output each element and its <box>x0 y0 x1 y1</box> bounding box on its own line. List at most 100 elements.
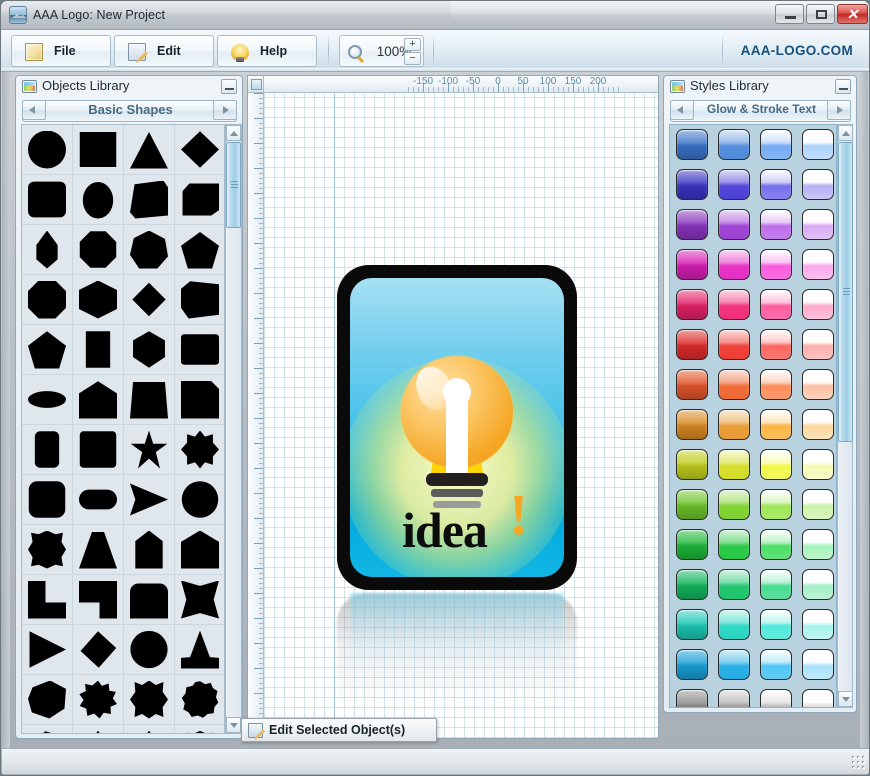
style-swatch-red-3[interactable] <box>755 326 797 366</box>
objects-library-minimize-button[interactable] <box>221 79 237 94</box>
shape-cell-circle-scalloped[interactable] <box>175 475 224 525</box>
shape-cell-ellipse[interactable] <box>22 375 73 425</box>
style-swatch-emerald-2[interactable] <box>713 566 755 606</box>
style-swatch-blue-3[interactable] <box>755 166 797 206</box>
style-swatch-turquoise-3[interactable] <box>755 606 797 646</box>
style-swatch-magenta-4[interactable] <box>797 246 836 286</box>
shapes-grid-viewport[interactable] <box>21 124 225 734</box>
style-swatch-green-3[interactable] <box>755 526 797 566</box>
style-swatch-yellow-green-2[interactable] <box>713 446 755 486</box>
styles-category-next-button[interactable] <box>827 100 851 120</box>
styles-scroll-thumb[interactable] <box>838 142 853 442</box>
shape-cell-blob[interactable] <box>22 675 73 725</box>
shape-cell-pentagon[interactable] <box>175 225 224 275</box>
shape-cell-cube-3d[interactable] <box>73 275 124 325</box>
style-swatch-sky-blue-4[interactable] <box>797 646 836 686</box>
help-button[interactable]: Help <box>217 35 317 67</box>
style-swatch-green-1[interactable] <box>671 526 713 566</box>
style-swatch-light-green-2[interactable] <box>713 486 755 526</box>
horizontal-ruler[interactable]: -150 -100 -50 0 50 100 150 200 <box>264 76 658 93</box>
style-swatch-sky-blue-1[interactable] <box>671 646 713 686</box>
style-swatch-magenta-1[interactable] <box>671 246 713 286</box>
style-swatch-yellow-green-3[interactable] <box>755 446 797 486</box>
objects-scroll-thumb[interactable] <box>226 142 241 228</box>
styles-scrollbar[interactable] <box>837 124 853 708</box>
shape-cell-blob-2[interactable] <box>22 725 73 733</box>
style-swatch-turquoise-4[interactable] <box>797 606 836 646</box>
style-swatch-cornflower-blue-3[interactable] <box>755 126 797 166</box>
shape-cell-egg[interactable] <box>73 175 124 225</box>
style-swatch-yellow-green-4[interactable] <box>797 446 836 486</box>
shape-cell-l-shape-right[interactable] <box>73 575 124 625</box>
style-swatch-orange-red-3[interactable] <box>755 366 797 406</box>
style-swatch-emerald-3[interactable] <box>755 566 797 606</box>
style-swatch-red-4[interactable] <box>797 326 836 366</box>
shape-cell-pill-horizontal[interactable] <box>73 475 124 525</box>
shape-cell-house-wide[interactable] <box>175 525 224 575</box>
style-swatch-orange-red-4[interactable] <box>797 366 836 406</box>
style-swatch-purple-4[interactable] <box>797 206 836 246</box>
style-swatch-pink-1[interactable] <box>671 286 713 326</box>
style-swatch-cornflower-blue-2[interactable] <box>713 126 755 166</box>
shape-cell-pie-wedge[interactable] <box>124 475 175 525</box>
style-swatch-orange-3[interactable] <box>755 406 797 446</box>
styles-library-minimize-button[interactable] <box>835 79 851 94</box>
style-swatch-blue-1[interactable] <box>671 166 713 206</box>
shape-cell-diamond-rounded[interactable] <box>73 625 124 675</box>
resize-grip[interactable] <box>852 756 867 771</box>
shape-cell-octagon-2[interactable] <box>22 275 73 325</box>
style-swatch-purple-1[interactable] <box>671 206 713 246</box>
close-button[interactable]: ✕ <box>837 4 868 24</box>
shape-cell-star-8[interactable] <box>73 725 124 733</box>
shape-cell-starburst[interactable] <box>124 725 175 733</box>
shape-cell-rounded-diamond[interactable] <box>124 275 175 325</box>
style-swatch-emerald-4[interactable] <box>797 566 836 606</box>
shape-cell-triangle-trapezoid[interactable] <box>175 625 224 675</box>
style-swatch-sky-blue-3[interactable] <box>755 646 797 686</box>
shape-cell-concave-square[interactable] <box>175 575 224 625</box>
objects-category-next-button[interactable] <box>213 100 237 120</box>
shape-cell-circle-wavy[interactable] <box>175 725 224 733</box>
shape-cell-rectangle-rounded[interactable] <box>175 325 224 375</box>
style-swatch-light-green-1[interactable] <box>671 486 713 526</box>
style-swatch-red-2[interactable] <box>713 326 755 366</box>
shape-cell-rounded-square-3[interactable] <box>22 475 73 525</box>
shape-cell-star-8-round[interactable] <box>175 425 224 475</box>
style-swatch-orange-red-1[interactable] <box>671 366 713 406</box>
style-swatch-blue-2[interactable] <box>713 166 755 206</box>
style-swatch-pink-4[interactable] <box>797 286 836 326</box>
vertical-ruler[interactable] <box>248 93 264 738</box>
shape-cell-circle[interactable] <box>22 125 73 175</box>
style-swatch-grey-3[interactable] <box>755 686 797 707</box>
style-swatch-light-green-4[interactable] <box>797 486 836 526</box>
style-swatch-green-4[interactable] <box>797 526 836 566</box>
edit-button[interactable]: Edit <box>114 35 214 67</box>
shape-cell-home-pentagon[interactable] <box>73 375 124 425</box>
style-swatch-turquoise-2[interactable] <box>713 606 755 646</box>
objects-scroll-up-button[interactable] <box>226 125 241 141</box>
ruler-origin-button[interactable] <box>248 76 264 93</box>
shape-cell-hexagon-wide[interactable] <box>175 275 224 325</box>
style-swatch-emerald-1[interactable] <box>671 566 713 606</box>
shape-cell-heptagon-small[interactable] <box>124 325 175 375</box>
zoom-control[interactable]: 100% + − <box>339 35 424 67</box>
style-swatch-light-green-3[interactable] <box>755 486 797 526</box>
shape-cell-star-9[interactable] <box>73 675 124 725</box>
zoom-increase-button[interactable]: + <box>404 38 421 51</box>
shape-cell-triangle[interactable] <box>124 125 175 175</box>
shape-cell-square-cut-corner[interactable] <box>175 375 224 425</box>
style-swatch-purple-2[interactable] <box>713 206 755 246</box>
shape-cell-trapezoid-round[interactable] <box>124 375 175 425</box>
style-swatch-magenta-3[interactable] <box>755 246 797 286</box>
style-swatch-orange-4[interactable] <box>797 406 836 446</box>
shape-cell-trapezoid[interactable] <box>73 525 124 575</box>
style-swatch-sky-blue-2[interactable] <box>713 646 755 686</box>
zoom-decrease-button[interactable]: − <box>404 52 421 65</box>
style-swatch-purple-3[interactable] <box>755 206 797 246</box>
shape-cell-triangle-right[interactable] <box>22 625 73 675</box>
styles-scroll-down-button[interactable] <box>838 691 853 707</box>
shape-cell-circle-rough[interactable] <box>124 625 175 675</box>
styles-grid-viewport[interactable] <box>669 124 837 708</box>
style-swatch-orange-red-2[interactable] <box>713 366 755 406</box>
shape-cell-rectangle-tall[interactable] <box>73 325 124 375</box>
